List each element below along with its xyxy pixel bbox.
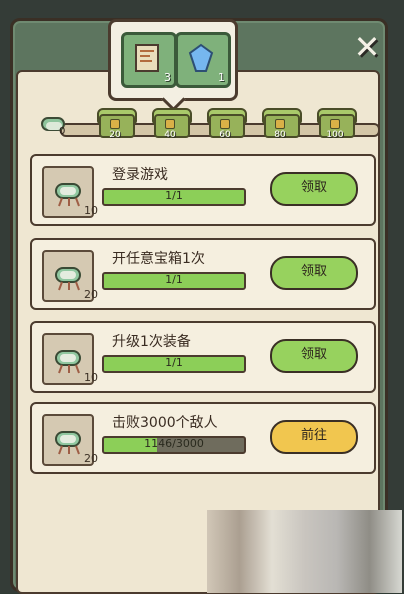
milestone-chest[interactable]: 20 (95, 106, 137, 140)
milestone-label: 80 (274, 130, 286, 140)
task-reward-box: 20 (42, 250, 98, 302)
reward-count: 3 (164, 71, 171, 84)
scroll-bundle-icon (55, 350, 81, 374)
progress-start-label: 0 (59, 126, 66, 137)
claim-button[interactable]: 领取 (270, 172, 358, 206)
task-reward: 20 (84, 452, 98, 465)
task-title: 登录游戏 (112, 167, 168, 183)
milestone-label: 100 (326, 130, 344, 140)
task-title: 升级1次装备 (112, 334, 191, 350)
milestone-label: 40 (164, 130, 176, 140)
chest-lock-icon (330, 119, 340, 129)
claim-button[interactable]: 领取 (270, 339, 358, 373)
watermark-overlay (207, 510, 402, 593)
chest-lock-icon (165, 119, 175, 129)
blue-crystal-icon (188, 43, 214, 72)
task-reward: 10 (84, 371, 98, 384)
chest-lock-icon (110, 119, 120, 129)
task-title: 开任意宝箱1次 (112, 251, 205, 267)
task-card: 10 登录游戏 1/1 领取 (30, 154, 376, 226)
milestone-chest[interactable]: 100 (315, 106, 357, 140)
reward-slot-map: 3 (121, 32, 177, 88)
task-progress-text: 1/1 (165, 189, 183, 202)
milestone-chest[interactable]: 40 (150, 106, 192, 140)
map-scroll-icon (135, 44, 159, 72)
chest-lock-icon (275, 119, 285, 129)
milestone-chest[interactable]: 80 (260, 106, 302, 140)
task-progress-bar: 1/1 (102, 188, 246, 206)
claim-button[interactable]: 领取 (270, 256, 358, 290)
task-progress-bar: 1/1 (102, 355, 246, 373)
task-card: 20 击败3000个敌人 1146/3000 前往 (30, 402, 376, 474)
scroll-bundle-icon (55, 183, 81, 207)
task-reward: 20 (84, 288, 98, 301)
task-progress-text: 1146/3000 (144, 437, 204, 450)
reward-slot-crystal: 1 (175, 32, 231, 88)
task-card: 10 升级1次装备 1/1 领取 (30, 321, 376, 393)
task-reward-box: 20 (42, 414, 98, 466)
task-progress-bar: 1/1 (102, 272, 246, 290)
task-progress-text: 1/1 (165, 356, 183, 369)
task-reward-box: 10 (42, 166, 98, 218)
task-progress-text: 1/1 (165, 273, 183, 286)
milestone-label: 20 (109, 130, 121, 140)
task-card: 20 开任意宝箱1次 1/1 领取 (30, 238, 376, 310)
chest-lock-icon (220, 119, 230, 129)
reward-count: 1 (218, 71, 225, 84)
go-button[interactable]: 前往 (270, 420, 358, 454)
milestone-label: 60 (219, 130, 231, 140)
task-reward: 10 (84, 204, 98, 217)
scroll-bundle-icon (55, 267, 81, 291)
task-title: 击败3000个敌人 (112, 415, 218, 431)
close-icon[interactable]: ✕ (350, 30, 384, 64)
scroll-bundle-icon (55, 431, 81, 455)
task-progress-bar: 1146/3000 (102, 436, 246, 454)
milestone-chest[interactable]: 60 (205, 106, 247, 140)
task-reward-box: 10 (42, 333, 98, 385)
reward-popup: 3 1 (108, 19, 238, 101)
